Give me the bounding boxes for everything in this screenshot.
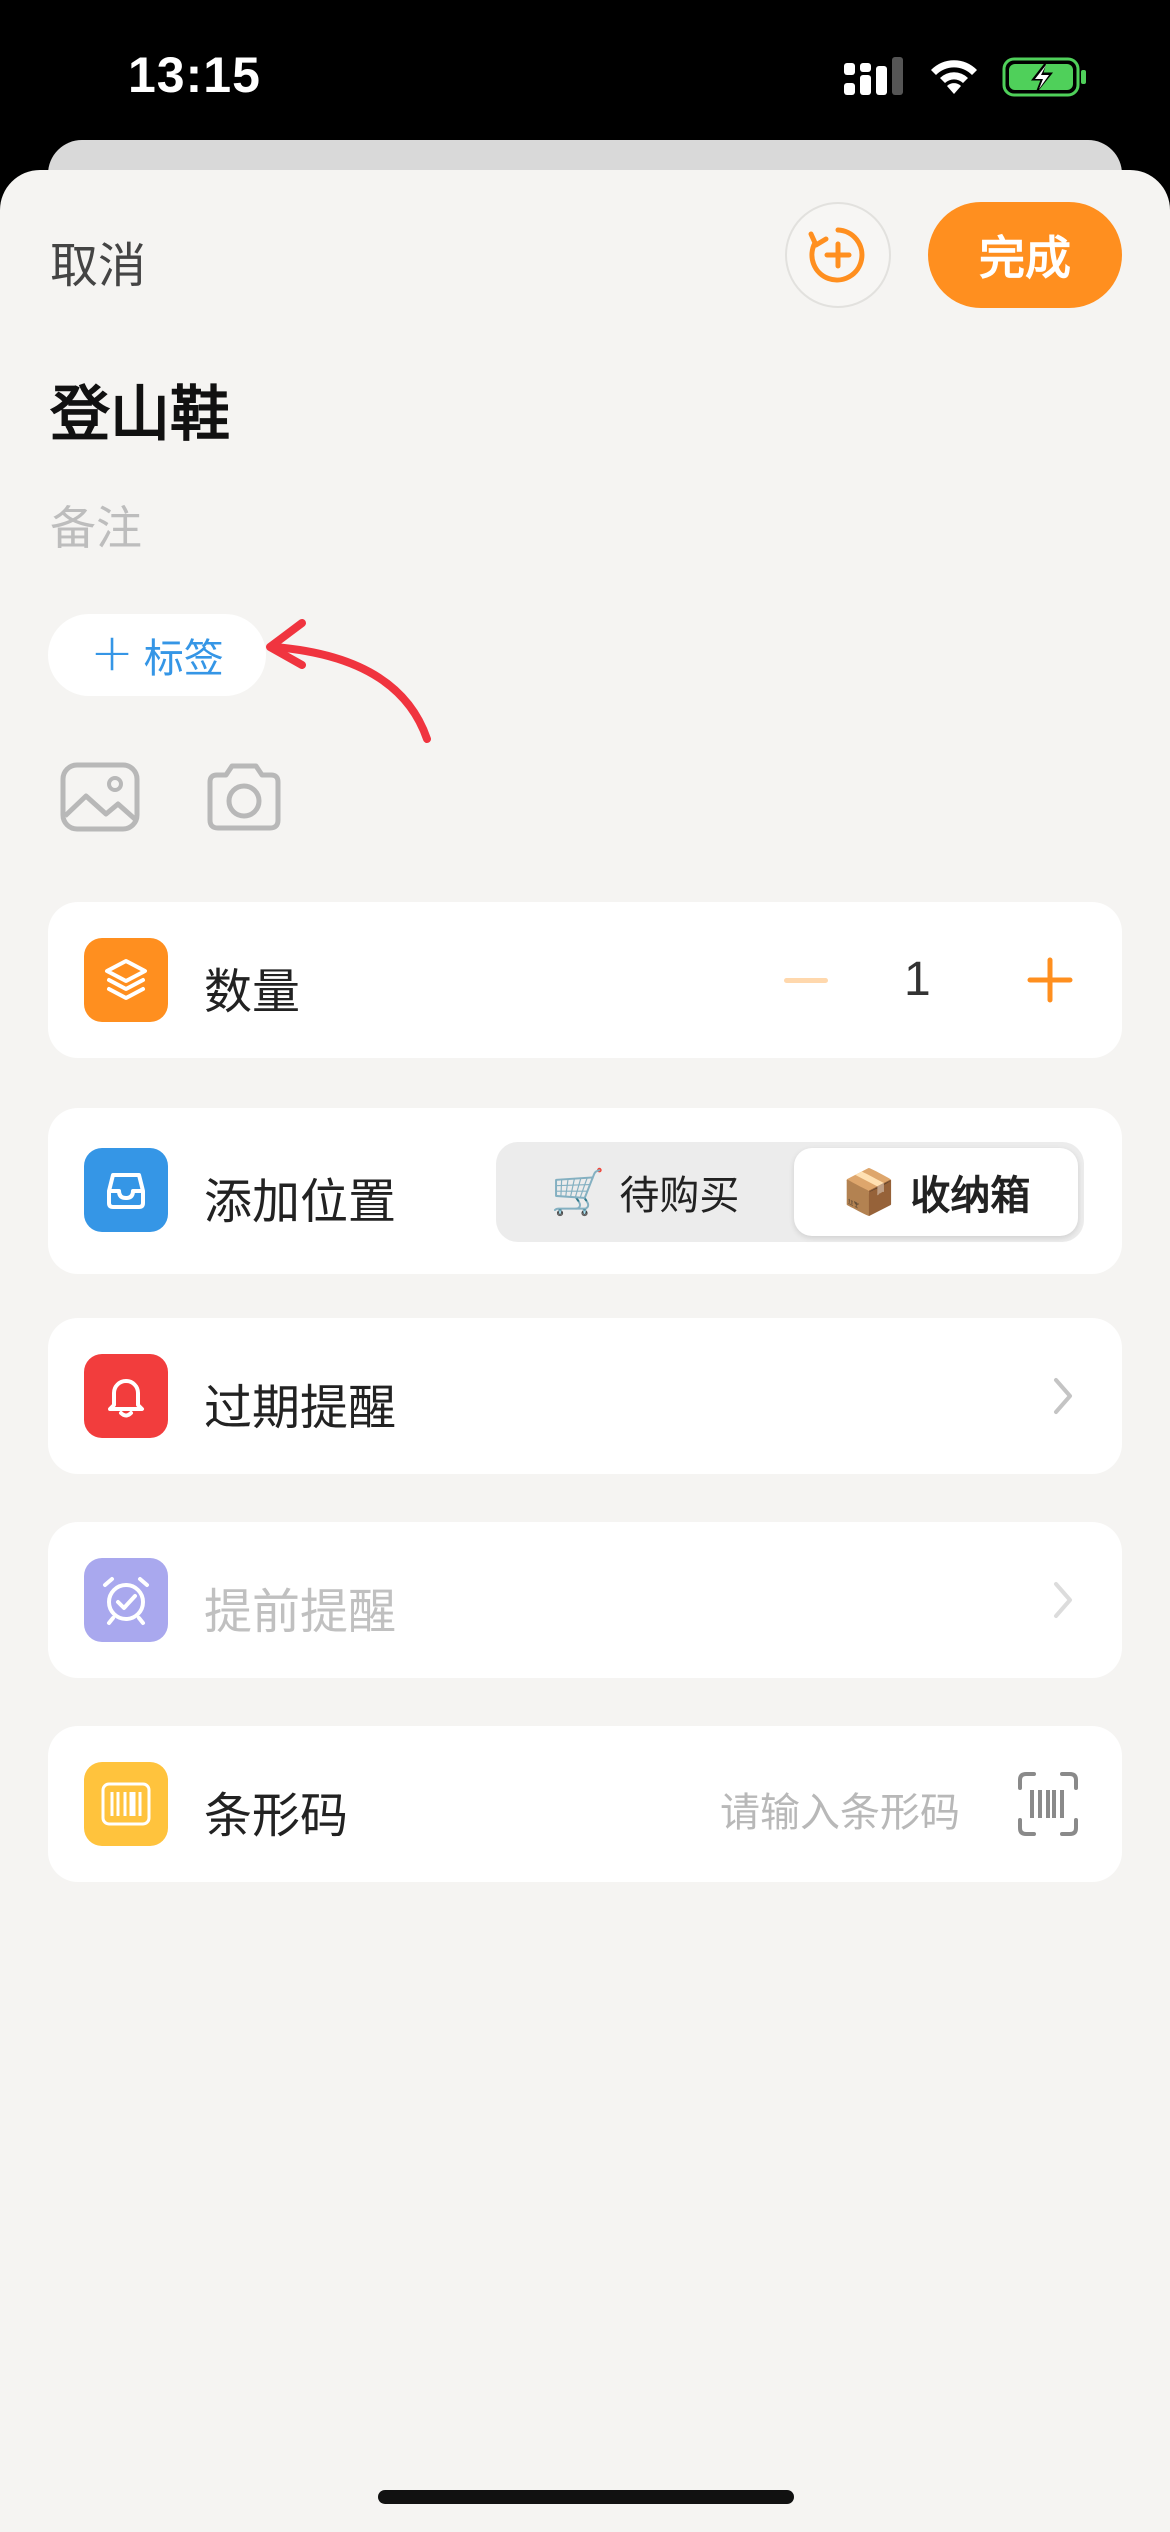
status-bar: 13:15 [0, 0, 1170, 150]
expiry-reminder-row[interactable]: 过期提醒 [48, 1318, 1122, 1474]
advance-icon-tile [84, 1558, 168, 1642]
quantity-card: 数量 1 [48, 902, 1122, 1058]
segment-label: 收纳箱 [910, 1173, 1031, 1219]
location-icon-tile [84, 1148, 168, 1232]
status-time: 13:15 [128, 47, 261, 103]
photo-icon[interactable] [60, 762, 140, 832]
barcode-label: 条形码 [204, 1788, 349, 1844]
chevron-right-icon [1054, 1582, 1072, 1618]
increment-button[interactable] [1026, 956, 1074, 1004]
plus-icon: + [90, 623, 134, 683]
quantity-value[interactable]: 1 [904, 952, 931, 1007]
package-box-icon: 📦 [841, 1167, 897, 1218]
signal-bars-icon [844, 57, 903, 95]
alarm-clock-icon [103, 1577, 149, 1625]
layers-icon [105, 959, 147, 1000]
tag-label: 标签 [143, 636, 224, 682]
battery-charging-icon [1002, 57, 1086, 97]
note-field[interactable]: 备注 [50, 492, 142, 558]
shopping-cart-icon: 🛒 [550, 1167, 606, 1218]
barcode-icon [101, 1782, 151, 1826]
tray-icon [107, 1173, 145, 1209]
item-title[interactable]: 登山鞋 [50, 366, 230, 453]
expiry-icon-tile [84, 1354, 168, 1438]
decrement-button[interactable] [784, 978, 828, 983]
done-button[interactable]: 完成 [928, 202, 1122, 308]
home-indicator [378, 2490, 794, 2504]
barcode-input[interactable]: 请输入条形码 [720, 1780, 960, 1838]
add-circle-button[interactable] [785, 202, 891, 308]
location-segmented-control: 🛒 待购买 📦 收纳箱 [496, 1142, 1084, 1242]
segment-option-storage-box[interactable]: 📦 收纳箱 [794, 1148, 1078, 1236]
chevron-right-icon [1054, 1378, 1072, 1414]
advance-reminder-row[interactable]: 提前提醒 [48, 1522, 1122, 1678]
segment-label: 待购买 [619, 1173, 740, 1219]
status-icons [844, 56, 1088, 98]
expiry-label: 过期提醒 [204, 1380, 397, 1436]
location-label: 添加位置 [204, 1174, 397, 1230]
location-card: 添加位置 🛒 待购买 📦 收纳箱 [48, 1108, 1122, 1274]
barcode-icon-tile [84, 1762, 168, 1846]
edit-item-sheet: 取消 完成 登山鞋 备注 + 标签 数量 1 添加位置 🛒 待购买 📦 收纳箱 … [0, 170, 1170, 2532]
bell-icon [108, 1379, 144, 1418]
add-tag-button[interactable]: + 标签 [48, 614, 266, 696]
quantity-icon-tile [84, 938, 168, 1022]
cancel-button[interactable]: 取消 [50, 226, 146, 296]
annotation-arrow-icon [266, 619, 431, 743]
barcode-card: 条形码 请输入条形码 [48, 1726, 1122, 1882]
scan-barcode-icon[interactable] [1016, 1770, 1080, 1838]
wifi-icon [931, 60, 977, 94]
camera-icon[interactable] [204, 762, 284, 832]
segment-option-to-buy[interactable]: 🛒 待购买 [502, 1148, 788, 1236]
quantity-label: 数量 [204, 964, 301, 1020]
advance-label: 提前提醒 [204, 1584, 397, 1640]
add-circle-icon [808, 227, 865, 283]
